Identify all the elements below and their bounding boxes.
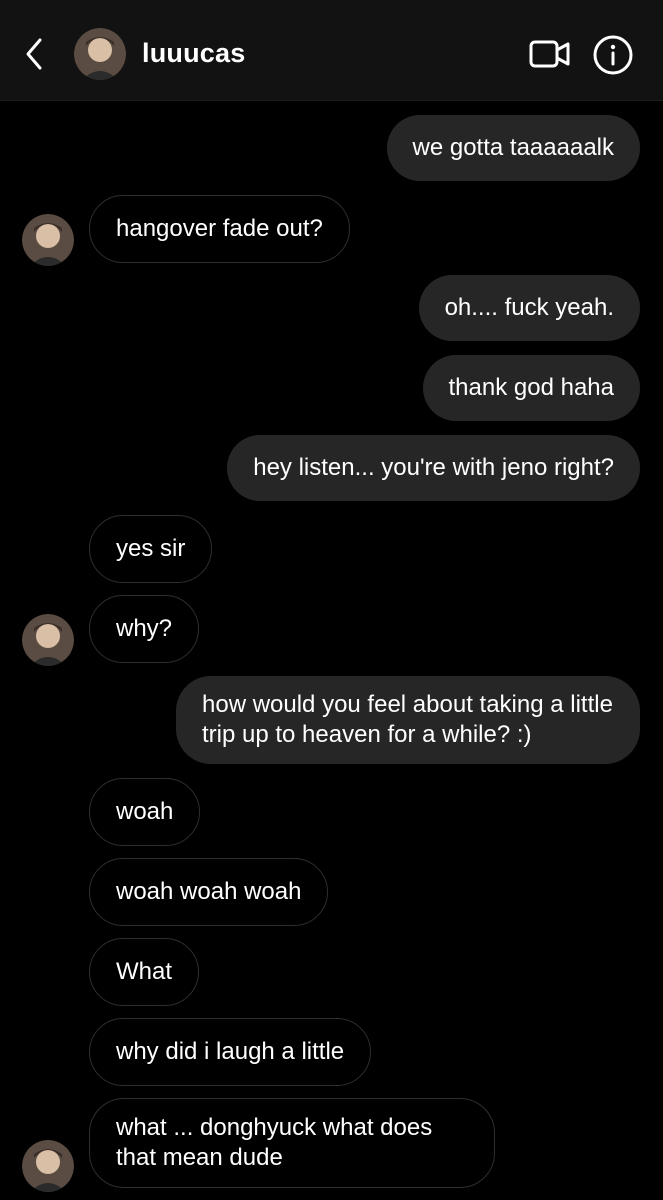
message-bubble-incoming[interactable]: woah woah woah [89, 858, 329, 926]
avatar[interactable] [74, 28, 126, 80]
chat-username[interactable]: luuucas [142, 38, 245, 69]
sender-avatar[interactable] [22, 1140, 74, 1192]
message-bubble-incoming[interactable]: woah [89, 778, 201, 846]
video-call-button[interactable] [528, 36, 572, 72]
message-bubble-incoming[interactable]: why? [89, 595, 200, 663]
sender-avatar[interactable] [22, 214, 74, 266]
info-button[interactable] [592, 34, 634, 76]
message-bubble-incoming[interactable]: hangover fade out? [89, 195, 350, 263]
message-bubble-outgoing[interactable]: hey listen... you're with jeno right? [227, 435, 640, 501]
back-button[interactable] [20, 36, 50, 72]
video-camera-icon [529, 40, 570, 68]
info-icon [593, 35, 633, 75]
chat-header: luuucas [0, 0, 663, 101]
message-bubble-incoming[interactable]: yes sir [89, 515, 213, 583]
message-bubble-outgoing[interactable]: thank god haha [422, 355, 640, 421]
message-bubble-outgoing[interactable]: how would you feel about taking a little… [176, 676, 640, 764]
message-bubble-outgoing[interactable]: oh.... fuck yeah. [418, 275, 640, 341]
message-bubble-incoming[interactable]: why did i laugh a little [89, 1018, 372, 1086]
message-bubble-outgoing[interactable]: we gotta taaaaaalk [386, 115, 640, 181]
message-bubble-incoming[interactable]: what ... donghyuck what does that mean d… [89, 1098, 495, 1188]
sender-avatar[interactable] [22, 614, 74, 666]
message-bubble-incoming[interactable]: What [89, 938, 200, 1006]
chevron-left-icon [26, 38, 42, 70]
